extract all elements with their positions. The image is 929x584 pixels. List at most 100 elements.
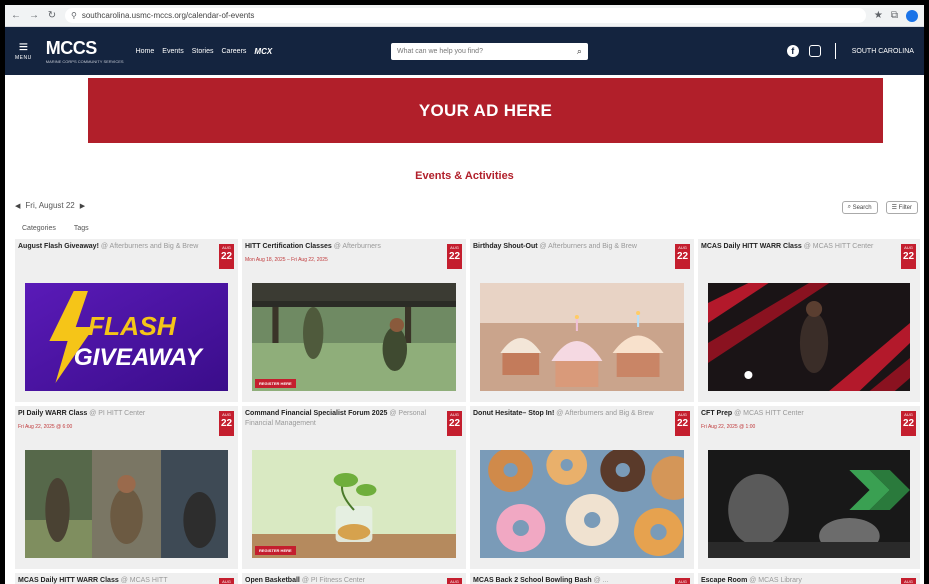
star-icon[interactable]: ★	[874, 10, 883, 21]
event-heading: Birthday Shout-Out @ Afterburners and Bi…	[473, 242, 672, 252]
header-divider	[834, 43, 836, 59]
event-title[interactable]: Command Financial Specialist Forum 2025	[245, 410, 387, 417]
event-location[interactable]: @ PI Fitness Center	[302, 577, 365, 584]
event-card[interactable]: CFT Prep @ MCAS HITT Center Fri Aug 22, 2…	[698, 406, 920, 569]
calendar-date-badge: AUG22	[675, 244, 690, 269]
menu-button[interactable]: ≡ MENU	[15, 39, 32, 62]
nav-mcx-logo[interactable]: MCX	[254, 47, 272, 56]
event-location[interactable]: @ ...	[594, 577, 609, 584]
extensions-icon[interactable]: ⧉	[891, 10, 898, 21]
forward-icon[interactable]: →	[29, 10, 39, 21]
filter-button-label: Filter	[898, 204, 912, 211]
url-text: southcarolina.usmc-mccs.org/calendar-of-…	[81, 11, 255, 20]
register-button[interactable]: REGISTER HERE	[255, 379, 296, 388]
event-title[interactable]: MCAS Back 2 School Bowling Bash	[473, 577, 592, 584]
event-thumbnail[interactable]: FLASH GIVEAWAY	[25, 283, 228, 391]
badge-day: 22	[448, 251, 461, 262]
event-card[interactable]: Open Basketball @ PI Fitness Center AUG22	[242, 573, 466, 584]
reload-icon[interactable]: ↻	[47, 10, 57, 21]
giveaway-text: GIVEAWAY	[74, 344, 204, 371]
event-card[interactable]: Birthday Shout-Out @ Afterburners and Bi…	[470, 239, 694, 402]
facebook-icon[interactable]: f	[786, 45, 799, 57]
search-button-label: Search	[852, 204, 872, 211]
event-thumbnail[interactable]	[708, 283, 910, 391]
event-location[interactable]: @ Afterburners	[334, 243, 381, 250]
search-input[interactable]: What can we help you find?	[397, 48, 577, 55]
event-heading: HITT Certification Classes @ Afterburner…	[245, 242, 444, 265]
ad-banner[interactable]: YOUR AD HERE	[88, 78, 883, 143]
event-location[interactable]: @ Afterburners and Big & Brew	[556, 410, 653, 417]
event-title[interactable]: MCAS Daily HITT WARR Class	[701, 243, 802, 250]
prev-day-icon[interactable]: ◀	[15, 202, 20, 210]
badge-day: 22	[448, 418, 461, 429]
event-thumbnail[interactable]	[708, 450, 910, 558]
event-title[interactable]: Donut Hesitate– Stop In!	[473, 410, 554, 417]
tab-categories[interactable]: Categories	[22, 225, 56, 232]
calendar-date-badge: AUG22	[219, 244, 234, 269]
event-location[interactable]: @ Afterburners and Big & Brew	[101, 243, 198, 250]
badge-month: AUG	[222, 579, 231, 584]
nav-events[interactable]: Events	[162, 48, 183, 55]
event-card[interactable]: MCAS Daily HITT WARR Class @ MCAS HITT AU…	[15, 573, 238, 584]
event-card[interactable]: MCAS Back 2 School Bowling Bash @ ... AUG…	[470, 573, 694, 584]
event-location[interactable]: @ MCAS HITT Center	[804, 243, 874, 250]
event-title[interactable]: August Flash Giveaway!	[18, 243, 99, 250]
hamburger-icon: ≡	[18, 39, 29, 56]
badge-month: AUG	[450, 579, 459, 584]
event-title[interactable]: MCAS Daily HITT WARR Class	[18, 577, 119, 584]
event-title[interactable]: Escape Room	[701, 577, 747, 584]
event-thumbnail[interactable]	[25, 450, 228, 558]
site-search[interactable]: What can we help you find? ⌕	[390, 42, 588, 60]
event-title[interactable]: Open Basketball	[245, 577, 300, 584]
event-card[interactable]: Command Financial Specialist Forum 2025 …	[242, 406, 466, 569]
event-thumbnail[interactable]: REGISTER HERE	[252, 450, 456, 558]
instagram-icon[interactable]	[808, 45, 821, 57]
event-location[interactable]: @ MCAS HITT	[121, 577, 168, 584]
event-title[interactable]: HITT Certification Classes	[245, 243, 332, 250]
tab-tags[interactable]: Tags	[74, 225, 89, 232]
main-nav: Home Events Stories Careers MCX	[136, 47, 273, 56]
event-card[interactable]: HITT Certification Classes @ Afterburner…	[242, 239, 466, 402]
event-location[interactable]: @ Afterburners and Big & Brew	[540, 243, 637, 250]
register-button[interactable]: REGISTER HERE	[255, 546, 296, 555]
event-title[interactable]: Birthday Shout-Out	[473, 243, 538, 250]
event-card[interactable]: Donut Hesitate– Stop In! @ Afterburners …	[470, 406, 694, 569]
search-icon[interactable]: ⌕	[577, 46, 582, 57]
region-selector[interactable]: SOUTH CAROLINA	[852, 48, 914, 55]
event-card[interactable]: MCAS Daily HITT WARR Class @ MCAS HITT C…	[698, 239, 920, 402]
calendar-date-badge: AUG22	[447, 578, 462, 584]
site-logo[interactable]: MCCS MARINE CORPS COMMUNITY SERVICES	[46, 38, 124, 64]
current-date[interactable]: Fri, August 22	[25, 201, 74, 210]
next-day-icon[interactable]: ▶	[80, 202, 85, 210]
filter-icon: ☰	[891, 205, 899, 211]
back-icon[interactable]: ←	[11, 10, 21, 21]
logo-text: MCCS	[45, 38, 97, 58]
badge-month: AUG	[678, 579, 687, 584]
nav-home[interactable]: Home	[136, 48, 155, 55]
event-title[interactable]: CFT Prep	[701, 410, 732, 417]
event-location[interactable]: @ MCAS HITT Center	[734, 410, 804, 417]
nav-stories[interactable]: Stories	[192, 48, 214, 55]
event-card[interactable]: PI Daily WARR Class @ PI HITT Center Fri …	[15, 406, 238, 569]
site-info-icon[interactable]: ⚲	[71, 11, 77, 20]
event-date: Mon Aug 18, 2025 – Fri Aug 22, 2025	[245, 257, 328, 263]
calendar-tools: ⌕ Search ☰ Filter	[841, 201, 918, 214]
event-thumbnail[interactable]: REGISTER HERE	[252, 283, 456, 391]
event-location[interactable]: @ PI HITT Center	[89, 410, 145, 417]
event-thumbnail[interactable]	[480, 450, 684, 558]
event-location[interactable]: @ MCAS Library	[749, 577, 802, 584]
event-title[interactable]: PI Daily WARR Class	[18, 410, 87, 417]
event-card[interactable]: August Flash Giveaway! @ Afterburners an…	[15, 239, 238, 402]
search-button[interactable]: ⌕ Search	[841, 201, 878, 214]
calendar-date-badge: AUG22	[901, 411, 916, 436]
event-card[interactable]: Escape Room @ MCAS LibraryAUG22	[698, 573, 920, 584]
event-heading: August Flash Giveaway! @ Afterburners an…	[18, 242, 216, 252]
event-thumbnail[interactable]	[480, 283, 684, 391]
calendar-date-badge: AUG22	[219, 578, 234, 584]
filter-button[interactable]: ☰ Filter	[885, 201, 918, 214]
address-bar[interactable]: ⚲ southcarolina.usmc-mccs.org/calendar-o…	[65, 8, 866, 23]
social-links: f	[786, 43, 840, 59]
event-heading: Donut Hesitate– Stop In! @ Afterburners …	[473, 409, 672, 419]
profile-icon[interactable]	[906, 9, 918, 22]
nav-careers[interactable]: Careers	[222, 48, 247, 55]
